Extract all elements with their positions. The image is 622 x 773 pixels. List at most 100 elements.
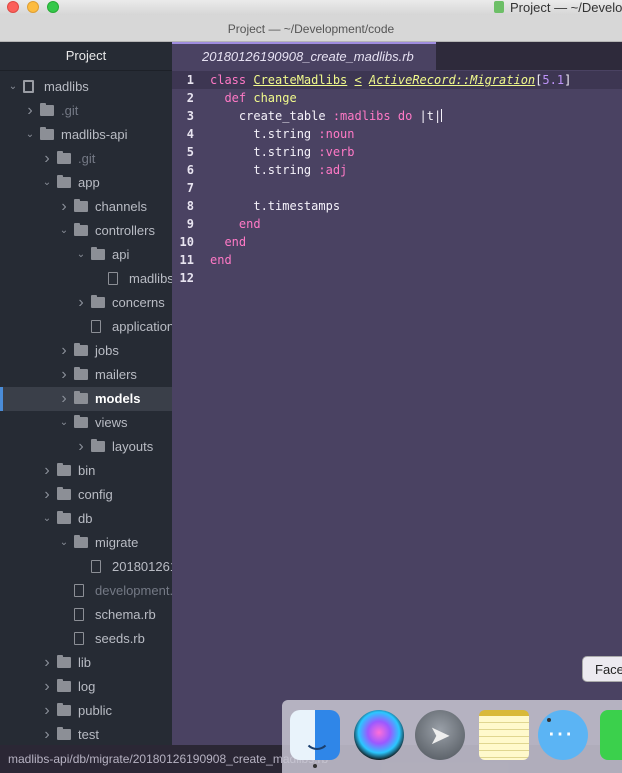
tree-item-controllers[interactable]: ⌄ controllers [0,219,172,243]
chevron-down-icon[interactable]: ⌄ [59,219,69,243]
chevron-right-icon[interactable]: › [42,675,52,699]
tree-item-app[interactable]: ⌄ app [0,171,172,195]
code-line[interactable]: 3 create_table :madlibs do |t| [172,107,622,125]
chevron-right-icon[interactable]: › [76,291,86,315]
tree-item-schema-rb[interactable]: schema.rb [0,603,172,627]
tree-item-git[interactable]: › .git [0,147,172,171]
sidebar-header[interactable]: Project [0,42,172,71]
finder-icon[interactable] [290,710,340,768]
code-editor[interactable]: 1 class CreateMadlibs < ActiveRecord::Mig… [172,70,622,745]
status-file-path[interactable]: madlibs-api/db/migrate/20180126190908_cr… [8,752,328,766]
code-token: t.string [210,163,319,177]
code-line[interactable]: 8 t.timestamps [172,197,622,215]
tree-item-channels[interactable]: › channels [0,195,172,219]
chevron-down-icon[interactable]: ⌄ [59,531,69,555]
chevron-down-icon[interactable]: ⌄ [25,123,35,147]
tree-item-db[interactable]: ⌄ db [0,507,172,531]
tree-item-models[interactable]: › models [0,387,172,411]
chevron-right-icon[interactable]: › [59,339,69,363]
tree-item-lib[interactable]: › lib [0,651,172,675]
launchpad-icon[interactable]: ➤ [415,710,465,760]
zoom-window-button[interactable] [47,1,59,13]
tree-item-git[interactable]: › .git [0,99,172,123]
tree-item-madlibs[interactable]: madlibs [0,267,172,291]
tree-item-mailers[interactable]: › mailers [0,363,172,387]
chevron-right-icon[interactable]: › [42,147,52,171]
chevron-right-icon[interactable]: › [59,195,69,219]
tree-item-concerns[interactable]: › concerns [0,291,172,315]
chevron-right-icon[interactable]: › [42,723,52,745]
code-token: :madlibs [332,109,391,123]
chevron-down-icon[interactable]: ⌄ [59,411,69,435]
tree-item-label: development. [95,583,172,598]
tree-item-application[interactable]: application [0,315,172,339]
close-window-button[interactable] [7,1,19,13]
chevron-down-icon[interactable]: ⌄ [42,507,52,531]
chevron-down-icon[interactable]: ⌄ [76,243,86,267]
tree-item-label: madlibs [129,271,172,286]
code-text: class CreateMadlibs < ActiveRecord::Migr… [210,71,571,89]
notes-icon[interactable] [479,710,529,760]
line-number: 8 [186,199,194,213]
tree-item-madlibs[interactable]: ⌄ madlibs [0,75,172,99]
code-line[interactable]: 12 [172,269,622,287]
code-line[interactable]: 10 end [172,233,622,251]
chevron-right-icon[interactable]: › [42,459,52,483]
tree-item-label: channels [95,199,148,214]
chevron-right-icon[interactable]: › [59,363,69,387]
tree-item-api[interactable]: ⌄ api [0,243,172,267]
line-number: 9 [186,217,194,231]
tree-item-views[interactable]: ⌄ views [0,411,172,435]
chevron-right-icon[interactable]: › [42,483,52,507]
tree-item-development[interactable]: development. [0,579,172,603]
chevron-right-icon[interactable]: › [42,699,52,723]
text-cursor [441,109,443,122]
code-line[interactable]: 7 [172,179,622,197]
chevron-right-icon[interactable]: › [76,435,86,459]
messages-icon[interactable]: ⋯ [538,710,588,760]
tree-item-log[interactable]: › log [0,675,172,699]
tree-item-madlibs-api[interactable]: ⌄ madlibs-api [0,123,172,147]
code-line[interactable]: 1 class CreateMadlibs < ActiveRecord::Mig… [172,71,622,89]
tab-create-madlibs[interactable]: 20180126190908_create_madlibs.rb [172,42,436,70]
code-token: :noun [318,127,355,141]
tree-item-public[interactable]: › public [0,699,172,723]
line-number: 5 [186,145,194,159]
code-line[interactable]: 5 t.string :verb [172,143,622,161]
tree-item-jobs[interactable]: › jobs [0,339,172,363]
tree-item-label: .git [78,151,96,166]
tree-item-label: .git [61,103,79,118]
chevron-down-icon[interactable]: ⌄ [8,75,18,99]
chevron-right-icon[interactable]: › [25,99,35,123]
tree-item-layouts[interactable]: › layouts [0,435,172,459]
chevron-right-icon[interactable]: › [42,651,52,675]
chevron-down-icon[interactable]: ⌄ [42,171,52,195]
tree-item-label: models [95,391,141,406]
code-line[interactable]: 9 end [172,215,622,233]
code-line[interactable]: 2 def change [172,89,622,107]
tree-item-seeds-rb[interactable]: seeds.rb [0,627,172,651]
dock-tooltip: Face [582,656,622,682]
running-indicator [313,764,317,768]
siri-icon[interactable] [354,710,404,760]
code-line[interactable]: 6 t.string :adj [172,161,622,179]
code-line[interactable]: 11 end [172,251,622,269]
facetime-icon[interactable] [600,710,622,760]
folder-icon [57,703,71,716]
tree-item-test[interactable]: › test [0,723,172,745]
code-line[interactable]: 4 t.string :noun [172,125,622,143]
project-sidebar: Project ⌄ madlibs › .git ⌄ madlibs-api › .git ⌄ a… [0,42,172,745]
tree-item-migrate[interactable]: ⌄ migrate [0,531,172,555]
folder-icon [57,175,71,188]
code-token: < [354,73,362,87]
tree-item-label: controllers [95,223,155,238]
tree-item-bin[interactable]: › bin [0,459,172,483]
code-token: 5.1 [542,73,565,87]
tree-item-201801261[interactable]: 201801261 [0,555,172,579]
chevron-right-icon[interactable]: › [59,387,69,411]
minimize-window-button[interactable] [27,1,39,13]
tree-item-config[interactable]: › config [0,483,172,507]
